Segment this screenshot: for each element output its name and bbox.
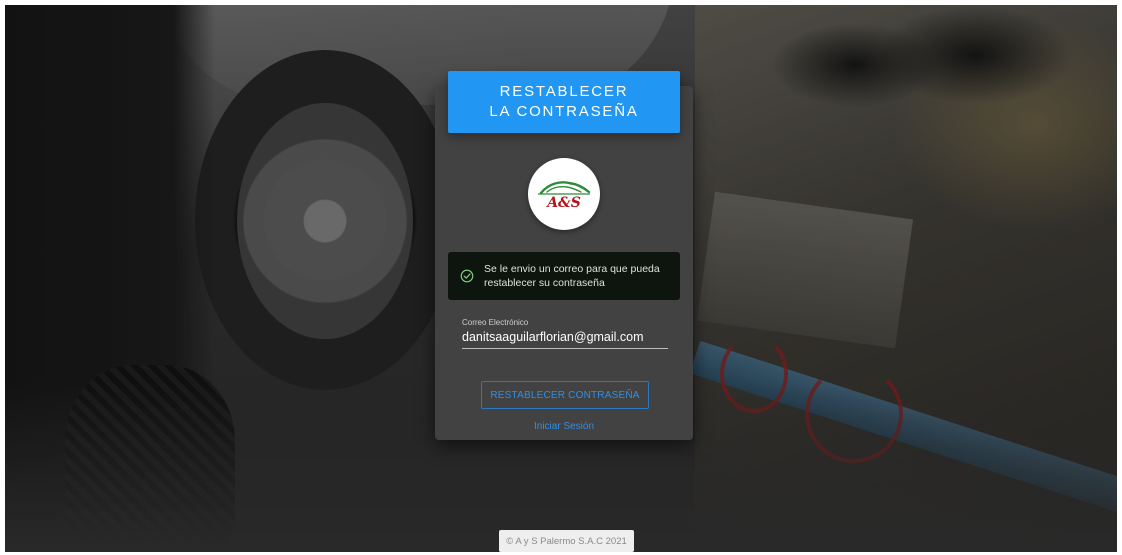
copyright-text: © A y S Palermo S.A.C 2021 <box>506 535 627 547</box>
email-input[interactable] <box>462 330 668 349</box>
reset-password-card: RESTABLECER LA CONTRASEÑA A&S Se le envi… <box>435 71 693 440</box>
copyright-footer: © A y S Palermo S.A.C 2021 <box>499 530 634 552</box>
email-field-group: Correo Electrónico <box>462 318 668 349</box>
reset-password-button-label: RESTABLECER CONTRASEÑA <box>490 389 640 401</box>
reset-password-button[interactable]: RESTABLECER CONTRASEÑA <box>481 381 649 409</box>
car-logo-icon: A&S <box>538 181 591 211</box>
check-circle-icon <box>460 269 474 283</box>
email-label: Correo Electrónico <box>462 318 529 327</box>
logo-text: A&S <box>545 195 581 211</box>
alert-message: Se le envio un correo para que pueda res… <box>484 263 660 289</box>
login-link[interactable]: Iniciar Sesión <box>435 421 693 432</box>
success-alert: Se le envio un correo para que pueda res… <box>448 252 680 300</box>
page-frame: RESTABLECER LA CONTRASEÑA A&S Se le envi… <box>5 5 1117 552</box>
page-title: RESTABLECER LA CONTRASEÑA <box>489 83 639 120</box>
company-logo: A&S <box>528 158 600 230</box>
card-header: RESTABLECER LA CONTRASEÑA <box>448 71 680 133</box>
